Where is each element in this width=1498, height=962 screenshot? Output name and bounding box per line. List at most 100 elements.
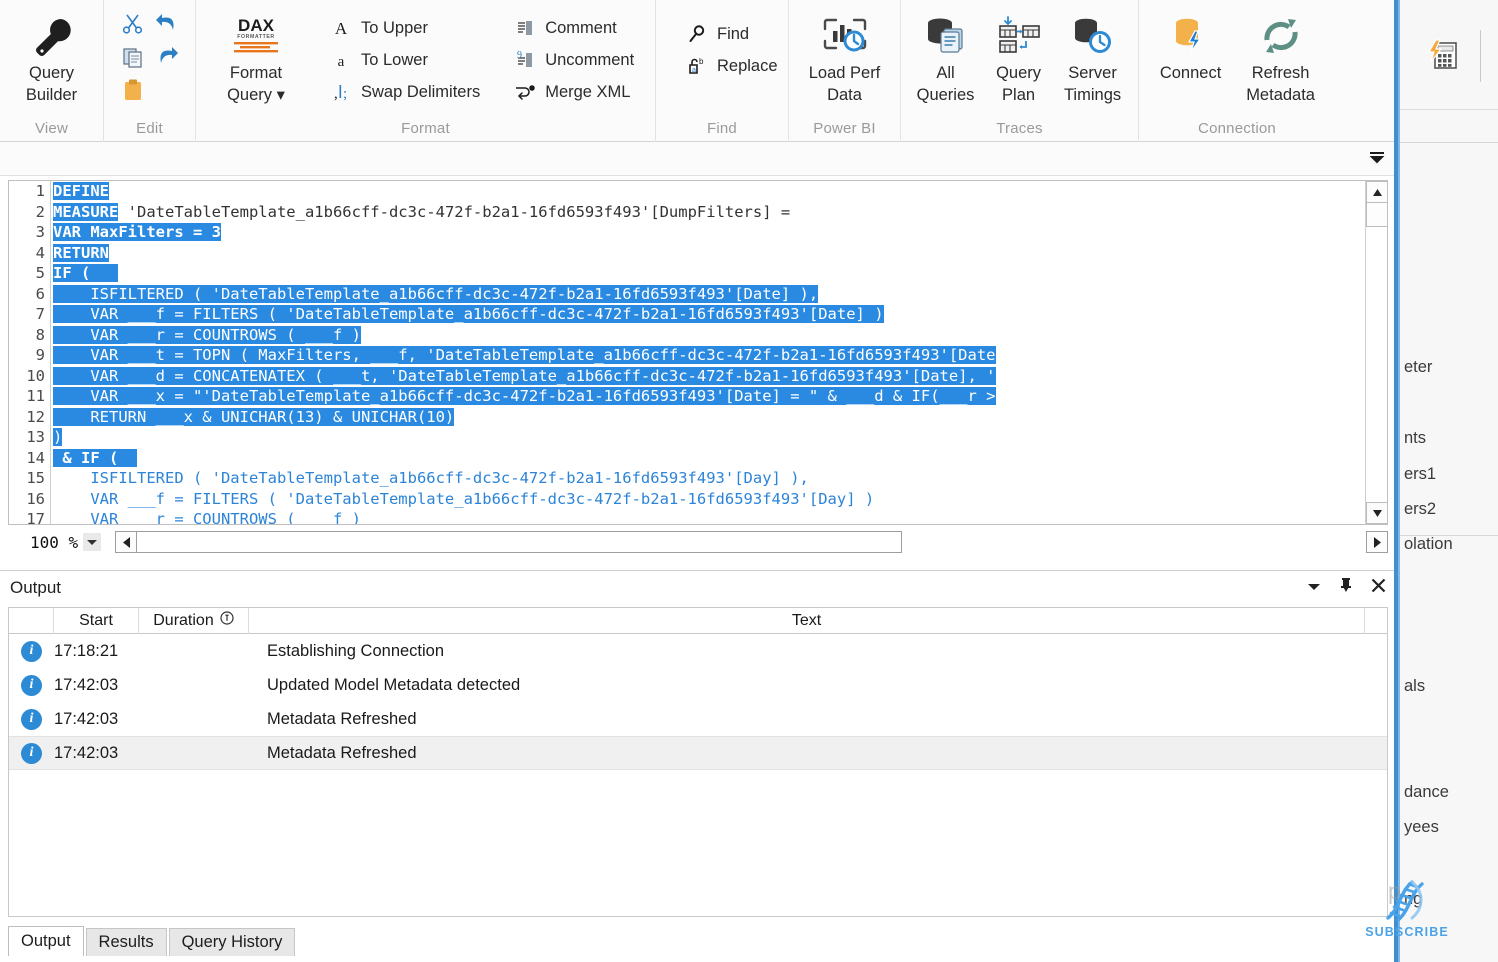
zoom-control[interactable]: 100 % (30, 533, 102, 552)
sidebar-item[interactable]: ers1 (1404, 465, 1436, 484)
load-perf-data-label: Load Perf Data (808, 64, 881, 105)
sidebar-item[interactable]: eter (1404, 358, 1432, 377)
scroll-right-button[interactable] (1366, 531, 1389, 553)
horizontal-scroll-thumb[interactable] (137, 531, 903, 553)
sidebar-item[interactable]: dance (1404, 783, 1449, 802)
column-header-text[interactable]: Text (249, 608, 1365, 634)
paste-button[interactable] (121, 78, 145, 107)
sidebar-item[interactable]: als (1404, 677, 1425, 696)
code-line[interactable]: VAR ___d = CONCATENATEX ( ___t, 'DateTab… (53, 366, 1365, 387)
code-token: 'DateTableTemplate_a1b66cff-dc3c-472f-b2… (118, 202, 791, 221)
svg-text:9: 9 (517, 50, 522, 61)
pin-icon[interactable] (1339, 577, 1353, 598)
sidebar-item[interactable]: olation (1404, 535, 1453, 554)
code-line[interactable]: ISFILTERED ( 'DateTableTemplate_a1b66cff… (53, 468, 1365, 489)
connect-button[interactable]: Connect (1147, 8, 1234, 88)
ribbon-group-connection: Connect Refresh Metadata Connection (1139, 0, 1335, 142)
close-icon[interactable] (1371, 578, 1386, 598)
run-query-icon[interactable] (1424, 36, 1460, 77)
column-header-duration[interactable]: Duration (139, 608, 249, 634)
code-line[interactable]: VAR ___x = "'DateTableTemplate_a1b66cff-… (53, 386, 1365, 407)
sidebar-item[interactable]: nts (1404, 429, 1426, 448)
table-row[interactable]: i 17:42:03 Metadata Refreshed (9, 736, 1387, 770)
code-line[interactable]: VAR ___f = FILTERS ( 'DateTableTemplate_… (53, 304, 1365, 325)
refresh-metadata-button[interactable]: Refresh Metadata (1234, 8, 1327, 111)
to-upper-button[interactable]: A To Upper (324, 14, 486, 42)
server-timings-button[interactable]: Server Timings (1055, 8, 1130, 111)
cut-button[interactable] (121, 12, 145, 41)
table-row[interactable]: i 17:42:03 Updated Model Metadata detected (9, 668, 1387, 702)
tab-query-history[interactable]: Query History (168, 928, 296, 956)
ribbon: Query Builder View Edit DAX FORMATTER Fo… (0, 0, 1396, 142)
code-line[interactable]: VAR MaxFilters = 3 (53, 222, 1365, 243)
comment-button[interactable]: Comment (508, 14, 640, 42)
ribbon-group-label-connection: Connection (1198, 120, 1276, 137)
merge-xml-button[interactable]: Merge XML (508, 78, 640, 106)
uncomment-button[interactable]: 9 Uncomment (508, 46, 640, 74)
code-line[interactable]: VAR r = COUNTROWS ( f ) (53, 509, 1365, 524)
undo-button[interactable] (154, 12, 180, 41)
code-token: ISFILTERED ( 'DateTableTemplate_a1b66cff… (53, 469, 809, 487)
column-header-start[interactable]: Start (54, 608, 139, 634)
code-line[interactable]: RETURN ___x & UNICHAR(13) & UNICHAR(10) (53, 407, 1365, 428)
table-row[interactable]: i 17:42:03 Metadata Refreshed (9, 702, 1387, 736)
code-line[interactable]: RETURN (53, 243, 1365, 264)
sidebar-item[interactable]: yees (1404, 818, 1439, 837)
sidebar-item[interactable]: ng (1404, 890, 1422, 909)
editor-vertical-scrollbar[interactable] (1365, 181, 1387, 524)
panel-divider[interactable] (1394, 0, 1397, 962)
code-area[interactable]: 1 2 3 4 5 6 7 8 9 10 11 12 13 14 15 16 17 DEFINE MEASURE … (8, 180, 1388, 525)
info-circle-icon[interactable] (220, 611, 234, 630)
all-queries-label: All Queries (916, 64, 975, 105)
output-table-header: Start Duration Text (9, 608, 1387, 634)
code-line[interactable]: VAR ___t = TOPN ( MaxFilters, ___f, 'Dat… (53, 345, 1365, 366)
vertical-scroll-thumb[interactable] (1366, 203, 1387, 227)
code-token-selected: DEFINE (53, 182, 109, 200)
code-line[interactable]: ) (53, 427, 1365, 448)
copy-button[interactable] (121, 45, 145, 74)
scroll-down-button[interactable] (1366, 502, 1387, 524)
find-button[interactable]: Find (680, 20, 784, 48)
format-query-caret[interactable]: ▾ (272, 86, 285, 104)
code-line[interactable]: ISFILTERED ( 'DateTableTemplate_a1b66cff… (53, 284, 1365, 305)
scroll-up-button[interactable] (1366, 181, 1387, 203)
editor-horizontal-scrollbar[interactable] (115, 531, 1389, 553)
chevron-down-icon[interactable] (83, 533, 102, 551)
tab-output[interactable]: Output (8, 926, 84, 956)
replace-button[interactable]: a b Replace (680, 52, 784, 80)
row-start-cell: 17:42:03 (54, 743, 119, 762)
column-header-icon[interactable] (9, 608, 54, 634)
format-query-button[interactable]: DAX FORMATTER Format Query ▾ (204, 8, 308, 111)
redo-button[interactable] (154, 45, 180, 74)
row-start-cell: 17:18:21 (54, 641, 119, 660)
code-token-selected: RETURN (53, 243, 109, 262)
comment-label: Comment (545, 18, 617, 37)
query-plan-button[interactable]: Query Plan (982, 8, 1055, 111)
code-line[interactable]: VAR ___f = FILTERS ( 'DateTableTemplate_… (53, 489, 1365, 510)
chevron-double-down-icon[interactable] (1367, 149, 1387, 172)
code-line[interactable]: VAR ___r = COUNTROWS ( ___f ) (53, 325, 1365, 346)
scroll-left-button[interactable] (115, 531, 138, 553)
to-lower-icon: a (330, 50, 352, 70)
sidebar-item[interactable]: ers2 (1404, 500, 1436, 519)
code-line[interactable]: IF ( (53, 263, 1365, 284)
code-line[interactable]: MEASURE 'DateTableTemplate_a1b66cff-dc3c… (53, 202, 1365, 223)
to-lower-button[interactable]: a To Lower (324, 46, 486, 74)
query-builder-icon (29, 12, 75, 60)
code-line[interactable]: & IF ( (53, 448, 1365, 469)
all-queries-button[interactable]: All Queries (909, 8, 982, 111)
connect-icon (1168, 12, 1214, 60)
connect-label: Connect (1159, 64, 1222, 82)
tab-results[interactable]: Results (85, 928, 167, 956)
query-builder-button[interactable]: Query Builder (8, 8, 95, 111)
horizontal-scroll-track[interactable] (137, 531, 903, 553)
code-line[interactable]: DEFINE (53, 181, 1365, 202)
table-row[interactable]: i 17:18:21 Establishing Connection (9, 634, 1387, 668)
code-lines[interactable]: DEFINE MEASURE 'DateTableTemplate_a1b66cf… (53, 181, 1365, 524)
load-perf-data-button[interactable]: Load Perf Data (797, 8, 892, 111)
swap-delimiters-button[interactable]: , ; Swap Delimiters (324, 78, 486, 106)
code-token-selected: VAR ___d = CONCATENATEX ( ___t, 'DateTab… (53, 366, 996, 385)
chevron-down-icon[interactable] (1307, 579, 1321, 597)
row-start-cell: 17:42:03 (54, 709, 119, 728)
line-number: 1 (35, 182, 45, 200)
